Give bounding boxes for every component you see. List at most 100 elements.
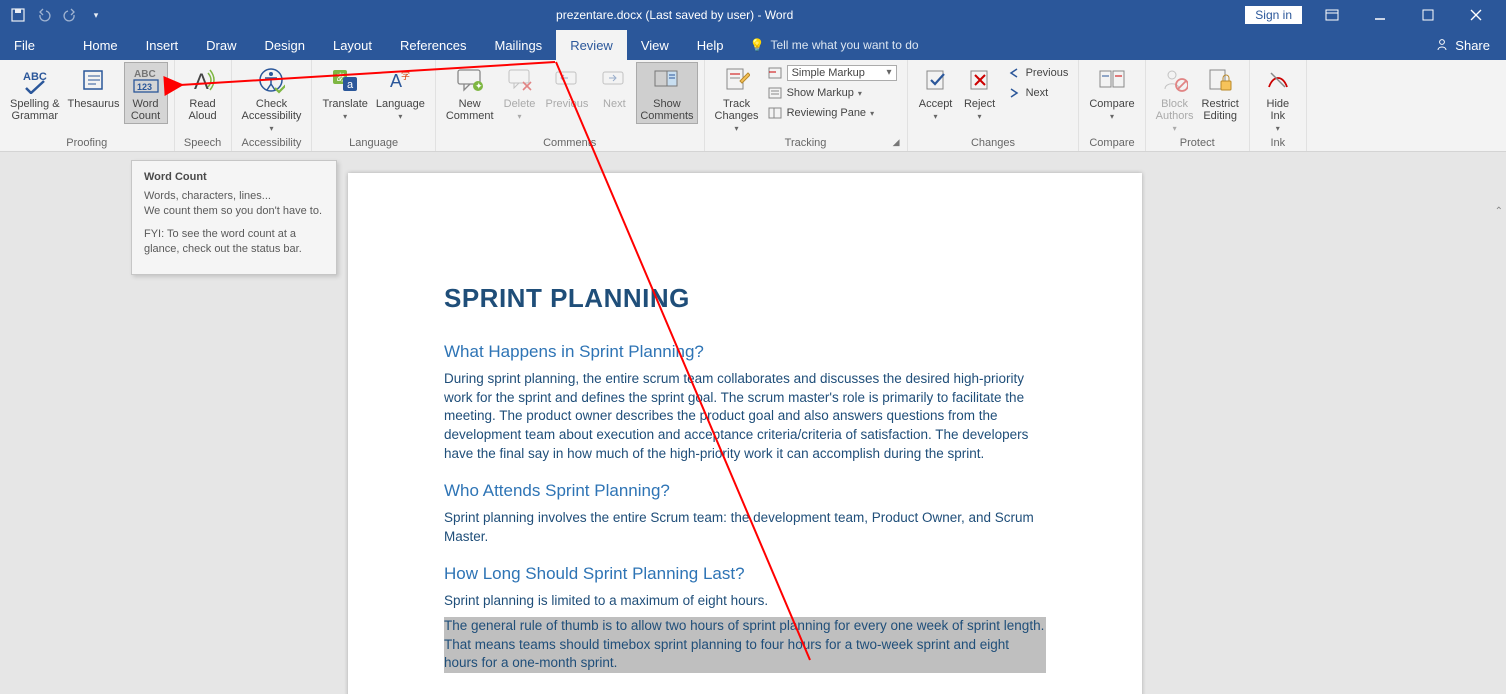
tab-file[interactable]: File [0, 30, 49, 60]
share-icon [1435, 37, 1449, 54]
svg-text:123: 123 [137, 82, 152, 92]
hide-ink-button[interactable]: Hide Ink ▾ [1256, 62, 1300, 135]
previous-change-button[interactable]: Previous [1002, 64, 1073, 82]
next-change-icon [1006, 85, 1022, 101]
read-aloud-button[interactable]: A Read Aloud [181, 62, 225, 124]
group-label-compare: Compare [1085, 137, 1138, 151]
document-area[interactable]: SPRINT PLANNING What Happens in Sprint P… [0, 152, 1506, 694]
tab-review[interactable]: Review [556, 30, 627, 60]
group-label-changes: Changes [914, 137, 1073, 151]
show-comments-button[interactable]: Show Comments [636, 62, 697, 124]
tab-help[interactable]: Help [683, 30, 738, 60]
group-label-tracking: Tracking [711, 137, 901, 151]
group-label-proofing: Proofing [6, 137, 168, 151]
delete-comment-icon [507, 64, 533, 96]
show-markup-icon [767, 85, 783, 101]
word-count-button[interactable]: ABC123 Word Count [124, 62, 168, 124]
share-button[interactable]: Share [1455, 38, 1490, 53]
dropdown-icon: ▾ [735, 124, 739, 133]
markup-mode-icon [767, 65, 783, 81]
ribbon-display-options-icon[interactable] [1314, 0, 1350, 30]
block-authors-icon [1162, 64, 1188, 96]
check-accessibility-button[interactable]: Check Accessibility ▾ [238, 62, 306, 135]
translate-icon: あa [331, 64, 359, 96]
language-icon: A字 [387, 64, 413, 96]
accept-button[interactable]: Accept ▾ [914, 62, 958, 123]
dropdown-icon: ▾ [518, 112, 522, 121]
tell-me-search[interactable]: 💡 Tell me what you want to do [750, 30, 919, 60]
track-changes-icon [724, 64, 750, 96]
doc-heading-1: SPRINT PLANNING [444, 283, 1046, 314]
svg-text:字: 字 [401, 70, 410, 81]
group-speech: A Read Aloud Speech [175, 60, 232, 151]
reject-button[interactable]: Reject ▾ [958, 62, 1002, 123]
group-label-protect: Protect [1152, 137, 1243, 151]
dropdown-icon: ▾ [398, 112, 402, 121]
undo-icon[interactable] [36, 7, 52, 23]
next-comment-button[interactable]: Next [592, 62, 636, 112]
minimize-icon[interactable] [1362, 0, 1398, 30]
block-authors-button[interactable]: Block Authors ▾ [1152, 62, 1198, 135]
previous-comment-button[interactable]: Previous [542, 62, 593, 112]
reviewing-pane-button[interactable]: Reviewing Pane ▾ [763, 104, 901, 122]
tab-layout[interactable]: Layout [319, 30, 386, 60]
language-button[interactable]: A字 Language ▾ [372, 62, 429, 123]
dropdown-icon: ▾ [934, 112, 938, 121]
new-comment-icon: ✦ [456, 64, 484, 96]
tab-draw[interactable]: Draw [192, 30, 250, 60]
tab-insert[interactable]: Insert [132, 30, 193, 60]
group-proofing: ABC Spelling & Grammar Thesaurus ABC123 … [0, 60, 175, 151]
tab-design[interactable]: Design [251, 30, 319, 60]
previous-change-icon [1006, 65, 1022, 81]
next-change-button[interactable]: Next [1002, 84, 1073, 102]
doc-paragraph: Sprint planning involves the entire Scru… [444, 509, 1046, 546]
tracking-dialog-launcher[interactable]: ◢ [893, 137, 905, 149]
dropdown-icon: ▾ [1110, 112, 1114, 121]
ribbon-tabs: File Home Insert Draw Design Layout Refe… [0, 30, 1506, 60]
tab-references[interactable]: References [386, 30, 480, 60]
restrict-editing-icon [1207, 64, 1233, 96]
restrict-editing-button[interactable]: Restrict Editing [1198, 62, 1243, 124]
lightbulb-icon: 💡 [750, 38, 765, 52]
close-icon[interactable] [1458, 0, 1494, 30]
tab-home[interactable]: Home [69, 30, 132, 60]
title-bar: ▾ prezentare.docx (Last saved by user) -… [0, 0, 1506, 30]
quick-access-toolbar: ▾ [0, 7, 104, 23]
group-label-comments: Comments [442, 137, 698, 151]
group-compare: Compare ▾ Compare [1079, 60, 1145, 151]
show-markup-button[interactable]: Show Markup ▾ [763, 84, 901, 102]
svg-text:✦: ✦ [475, 81, 483, 91]
group-comments: ✦ New Comment Delete ▾ Previous Next Sho… [436, 60, 705, 151]
qat-customize-icon[interactable]: ▾ [88, 7, 104, 23]
maximize-icon[interactable] [1410, 0, 1446, 30]
read-aloud-icon: A [190, 64, 216, 96]
svg-text:ABC: ABC [134, 69, 156, 80]
compare-icon [1098, 64, 1126, 96]
translate-button[interactable]: あa Translate ▾ [318, 62, 371, 123]
new-comment-button[interactable]: ✦ New Comment [442, 62, 498, 124]
group-language: あa Translate ▾ A字 Language ▾ Language [312, 60, 435, 151]
track-changes-button[interactable]: Track Changes ▾ [711, 62, 763, 135]
markup-mode-select[interactable]: Simple Markup [763, 64, 901, 82]
spelling-grammar-button[interactable]: ABC Spelling & Grammar [6, 62, 64, 124]
svg-text:a: a [347, 79, 354, 91]
doc-paragraph: During sprint planning, the entire scrum… [444, 370, 1046, 463]
tab-view[interactable]: View [627, 30, 683, 60]
group-protect: Block Authors ▾ Restrict Editing Protect [1146, 60, 1250, 151]
ribbon: ABC Spelling & Grammar Thesaurus ABC123 … [0, 60, 1506, 152]
sign-in-button[interactable]: Sign in [1245, 6, 1302, 24]
dropdown-icon: ▾ [870, 109, 874, 118]
previous-comment-icon [554, 64, 580, 96]
thesaurus-button[interactable]: Thesaurus [64, 62, 124, 112]
window-title: prezentare.docx (Last saved by user) - W… [104, 8, 1245, 22]
dropdown-icon: ▾ [269, 124, 273, 133]
group-label-accessibility: Accessibility [238, 137, 306, 151]
delete-comment-button[interactable]: Delete ▾ [498, 62, 542, 123]
compare-button[interactable]: Compare ▾ [1085, 62, 1138, 123]
tab-mailings[interactable]: Mailings [481, 30, 557, 60]
document-page[interactable]: SPRINT PLANNING What Happens in Sprint P… [348, 173, 1142, 694]
group-ink: Hide Ink ▾ Ink [1250, 60, 1307, 151]
thesaurus-icon [81, 64, 107, 96]
save-icon[interactable] [10, 7, 26, 23]
redo-icon[interactable] [62, 7, 78, 23]
